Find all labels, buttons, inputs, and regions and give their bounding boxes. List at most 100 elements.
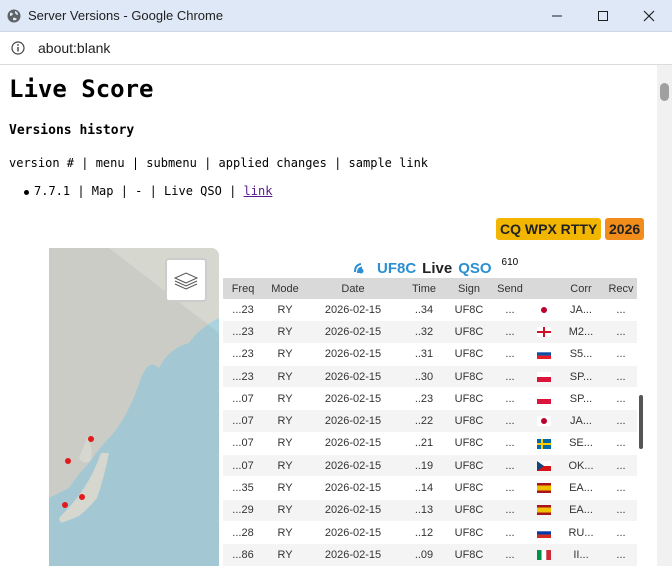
cell-time: ..12: [399, 521, 449, 545]
cell-sign: UF8C: [449, 454, 489, 478]
close-button[interactable]: [626, 0, 672, 32]
cell-date: 2026-02-15: [307, 454, 399, 478]
live-signal-icon: [354, 263, 364, 274]
cell-flag: [531, 432, 557, 456]
qso-row: ...07 RY 2026-02-15 ..21 UF8C... SE......: [223, 432, 637, 456]
col-flag: [531, 278, 557, 299]
cell-send: ...: [489, 299, 531, 322]
station-callsign: UF8C: [377, 259, 417, 277]
page-title: Live Score: [9, 75, 154, 103]
cell-recv: ...: [605, 387, 637, 411]
cell-time: ..22: [399, 409, 449, 433]
cell-freq: ...23: [223, 343, 263, 366]
cell-sign: UF8C: [449, 365, 489, 389]
section-subtitle: Versions history: [9, 123, 135, 138]
qso-row: ...28 RY 2026-02-15 ..12 UF8C... RU......: [223, 521, 637, 545]
cell-mode: RY: [263, 521, 307, 545]
cell-send: ...: [489, 543, 531, 566]
contest-name-badge: CQ WPX RTTY: [496, 218, 602, 240]
cell-mode: RY: [263, 454, 307, 478]
cell-corr: SP...: [557, 387, 605, 411]
cell-date: 2026-02-15: [307, 299, 399, 322]
layers-button[interactable]: [165, 258, 207, 302]
italy-flag-icon: [537, 550, 551, 560]
cell-corr: JA...: [557, 409, 605, 433]
cell-sign: UF8C: [449, 387, 489, 411]
cell-sign: UF8C: [449, 320, 489, 344]
col-sign: Sign: [449, 278, 489, 299]
cell-time: ..19: [399, 454, 449, 478]
cell-flag: [531, 521, 557, 545]
table-scrollbar[interactable]: [639, 395, 643, 449]
page-scrollbar-thumb[interactable]: [660, 83, 669, 101]
window-titlebar: Server Versions - Google Chrome: [0, 0, 672, 32]
maximize-button[interactable]: [580, 0, 626, 32]
cell-date: 2026-02-15: [307, 476, 399, 500]
cell-date: 2026-02-15: [307, 320, 399, 344]
cell-recv: ...: [605, 409, 637, 433]
cell-date: 2026-02-15: [307, 343, 399, 366]
info-icon[interactable]: [11, 41, 25, 55]
cell-mode: RY: [263, 365, 307, 389]
cell-mode: RY: [263, 432, 307, 456]
live-label: Live: [422, 259, 453, 277]
cell-mode: RY: [263, 543, 307, 566]
qso-table-header: Freq Mode Date Time Sign Send Corr Recv: [223, 278, 637, 299]
bullet: [24, 190, 29, 195]
cell-time: ..34: [399, 299, 449, 322]
cell-date: 2026-02-15: [307, 409, 399, 433]
col-date: Date: [307, 278, 399, 299]
cell-corr: S5...: [557, 343, 605, 366]
slovenia-flag-icon: [537, 349, 551, 360]
cell-sign: UF8C: [449, 343, 489, 366]
cell-time: ..30: [399, 365, 449, 389]
cell-time: ..31: [399, 343, 449, 366]
window-title: Server Versions - Google Chrome: [28, 8, 224, 23]
qso-row: ...23 RY 2026-02-15 ..32 UF8C... M2......: [223, 320, 637, 344]
cell-corr: II...: [557, 543, 605, 566]
cell-mode: RY: [263, 387, 307, 411]
cell-send: ...: [489, 499, 531, 522]
cell-recv: ...: [605, 454, 637, 478]
version-item-text: 7.7.1 | Map | - | Live QSO |: [34, 184, 244, 198]
page-scrollbar[interactable]: [657, 65, 672, 566]
cell-send: ...: [489, 432, 531, 456]
cell-sign: UF8C: [449, 543, 489, 566]
live-qso-header: UF8C Live QSO 610: [351, 256, 518, 280]
minimize-button[interactable]: [534, 0, 580, 32]
columns-line: version # | menu | submenu | applied cha…: [9, 156, 429, 170]
layers-icon: [173, 272, 199, 290]
sweden-flag-icon: [537, 438, 551, 449]
url-text[interactable]: about:blank: [38, 40, 110, 56]
cell-flag: [531, 343, 557, 366]
cell-send: ...: [489, 521, 531, 545]
live-qso-widget: UF8C Live QSO 610 Freq Mode Date Time Si…: [49, 248, 643, 566]
cell-mode: RY: [263, 499, 307, 522]
qso-row: ...29 RY 2026-02-15 ..13 UF8C... EA......: [223, 499, 637, 522]
qso-label: QSO: [458, 259, 492, 277]
cell-recv: ...: [605, 432, 637, 456]
cell-send: ...: [489, 409, 531, 433]
cell-freq: ...86: [223, 543, 263, 566]
cell-recv: ...: [605, 521, 637, 545]
contest-year-badge: 2026: [605, 218, 645, 240]
cell-send: ...: [489, 454, 531, 478]
cell-send: ...: [489, 343, 531, 366]
col-recv: Recv: [605, 278, 637, 299]
cell-flag: [531, 365, 557, 389]
version-link[interactable]: link: [244, 184, 273, 198]
address-bar[interactable]: about:blank: [0, 32, 672, 65]
cell-flag: [531, 454, 557, 478]
cell-sign: UF8C: [449, 299, 489, 322]
col-corr: Corr: [557, 278, 605, 299]
cell-recv: ...: [605, 320, 637, 344]
qso-log-table: Freq Mode Date Time Sign Send Corr Recv …: [223, 278, 637, 566]
cell-flag: [531, 543, 557, 566]
cell-send: ...: [489, 387, 531, 411]
maximize-icon: [598, 11, 608, 21]
cell-time: ..21: [399, 432, 449, 456]
qso-map[interactable]: [49, 248, 219, 566]
cell-mode: RY: [263, 476, 307, 500]
qso-count: 610: [501, 256, 519, 268]
cell-time: ..32: [399, 320, 449, 344]
